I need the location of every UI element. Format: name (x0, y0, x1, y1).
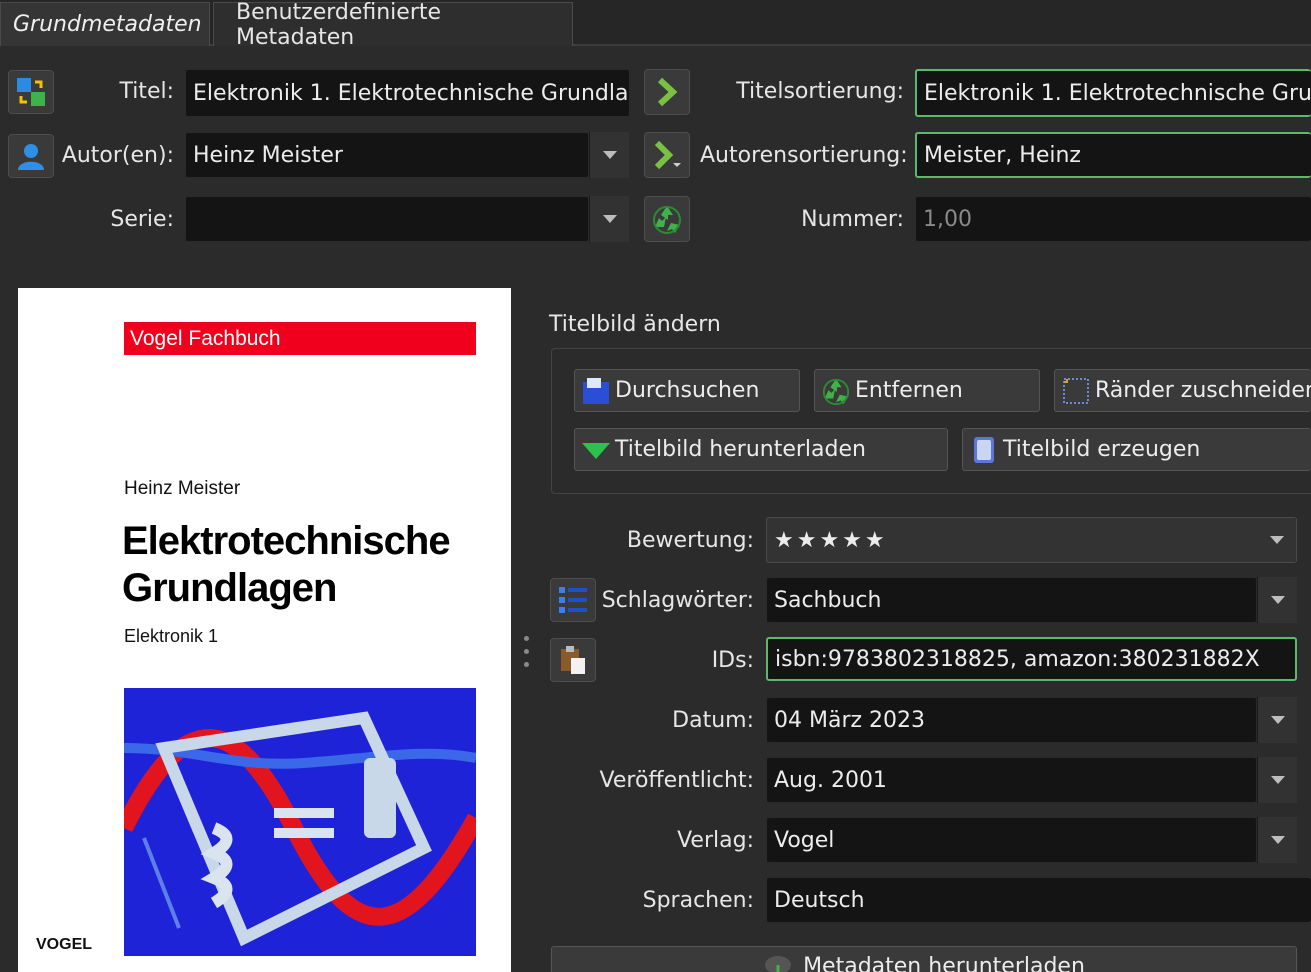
cover-image[interactable]: Vogel Fachbuch Heinz Meister Elektrotech… (18, 288, 511, 972)
languages-input[interactable]: Deutsch (766, 877, 1311, 923)
authors-label: Autor(en): (61, 143, 174, 168)
cover-group-title: Titelbild ändern (549, 312, 721, 337)
title-sort-input[interactable]: Elektronik 1. Elektrotechnische Grund (915, 69, 1311, 117)
cover-title: Elektrotechnische Grundlagen (122, 518, 451, 612)
rating-label: Bewertung: (626, 528, 754, 553)
tags-label: Schlagwörter: (601, 588, 754, 613)
published-input[interactable]: Aug. 2001 (766, 757, 1257, 803)
remove-cover-button[interactable]: Entfernen (814, 369, 1040, 412)
tags-dropdown-arrow[interactable] (1257, 577, 1297, 623)
authors-combobox[interactable]: Heinz Meister (185, 132, 589, 178)
publisher-dropdown-arrow[interactable] (1257, 817, 1297, 863)
date-dropdown-arrow[interactable] (1257, 697, 1297, 743)
cloud-download-icon (765, 956, 792, 972)
paste-icon (561, 646, 585, 674)
cover-title-line1: Elektrotechnische (122, 519, 451, 563)
series-number-label: Nummer: (801, 207, 904, 232)
cover-title-line2: Grundlagen (122, 566, 337, 610)
series-label: Serie: (110, 207, 174, 232)
tags-combobox[interactable]: Sachbuch (766, 577, 1257, 623)
rating-dropdown-arrow[interactable] (1257, 518, 1296, 562)
series-dropdown-arrow[interactable] (589, 196, 629, 242)
authors-dropdown-arrow[interactable] (589, 132, 629, 178)
download-metadata-label: Metadaten herunterladen (803, 953, 1085, 972)
author-sort-label: Autorensortierung: (700, 143, 908, 168)
series-number-input[interactable]: 1,00 (915, 196, 1311, 242)
author-sort-input[interactable]: Meister, Heinz (915, 132, 1311, 178)
date-input[interactable]: 04 März 2023 (766, 697, 1257, 743)
copy-author-to-sort-button[interactable] (644, 132, 690, 178)
published-label: Veröffentlicht: (599, 768, 754, 793)
ids-input[interactable]: isbn:9783802318825, amazon:380231882X (766, 637, 1297, 681)
download-cover-label: Titelbild herunterladen (615, 437, 866, 462)
manage-authors-button[interactable] (8, 134, 54, 178)
ids-label: IDs: (711, 648, 754, 673)
generate-cover-button[interactable]: Titelbild erzeugen (962, 428, 1311, 471)
copy-title-to-sort-button[interactable] (644, 69, 690, 115)
trim-cover-label: Ränder zuschneiden (1095, 378, 1311, 403)
cover-subtitle: Elektronik 1 (124, 626, 219, 646)
arrow-right-menu-icon (654, 140, 681, 170)
download-arrow-icon (582, 442, 610, 459)
generate-cover-icon (974, 436, 994, 463)
rating-stars: ★★★★★ (774, 527, 888, 553)
rating-combobox[interactable]: ★★★★★ (766, 517, 1297, 563)
folder-icon (583, 377, 609, 404)
title-input[interactable]: Elektronik 1. Elektrotechnische Grundlag… (185, 69, 630, 117)
cover-banner: Vogel Fachbuch (124, 322, 476, 355)
trim-cover-button[interactable]: Ränder zuschneiden (1054, 369, 1311, 412)
cover-publisher-logo: VOGEL (36, 936, 93, 953)
user-icon (18, 144, 44, 170)
download-cover-button[interactable]: Titelbild herunterladen (574, 428, 948, 471)
published-dropdown-arrow[interactable] (1257, 757, 1297, 803)
splitter-handle[interactable] (524, 636, 530, 682)
remove-cover-label: Entfernen (855, 378, 963, 403)
publisher-label: Verlag: (677, 828, 754, 853)
title-sort-label: Titelsortierung: (736, 79, 904, 104)
cover-author: Heinz Meister (124, 478, 241, 499)
tab-basic-metadata[interactable]: Grundmetadaten (0, 2, 210, 46)
edit-tags-button[interactable] (550, 578, 596, 622)
trim-icon (1063, 377, 1089, 404)
recycle-icon (653, 206, 681, 234)
swap-icon (17, 78, 45, 106)
arrow-right-icon (657, 77, 678, 107)
date-label: Datum: (672, 708, 754, 733)
paste-ids-button[interactable] (550, 638, 596, 682)
browse-cover-button[interactable]: Durchsuchen (574, 369, 800, 412)
swap-title-author-button[interactable] (8, 70, 54, 114)
title-label: Titel: (119, 79, 174, 104)
publisher-combobox[interactable]: Vogel (766, 817, 1257, 863)
cover-artwork (124, 688, 476, 956)
tab-custom-metadata[interactable]: Benutzerdefinierte Metadaten (213, 0, 573, 50)
download-metadata-button[interactable]: Metadaten herunterladen (551, 946, 1297, 972)
generate-cover-label: Titelbild erzeugen (1003, 437, 1201, 462)
clear-series-button[interactable] (644, 196, 690, 242)
tab-bar: Grundmetadaten Benutzerdefinierte Metada… (0, 0, 1311, 50)
recycle-icon (822, 378, 850, 405)
browse-cover-label: Durchsuchen (615, 378, 760, 403)
series-combobox[interactable] (185, 196, 589, 242)
languages-label: Sprachen: (642, 888, 754, 913)
tag-list-icon (559, 587, 587, 613)
